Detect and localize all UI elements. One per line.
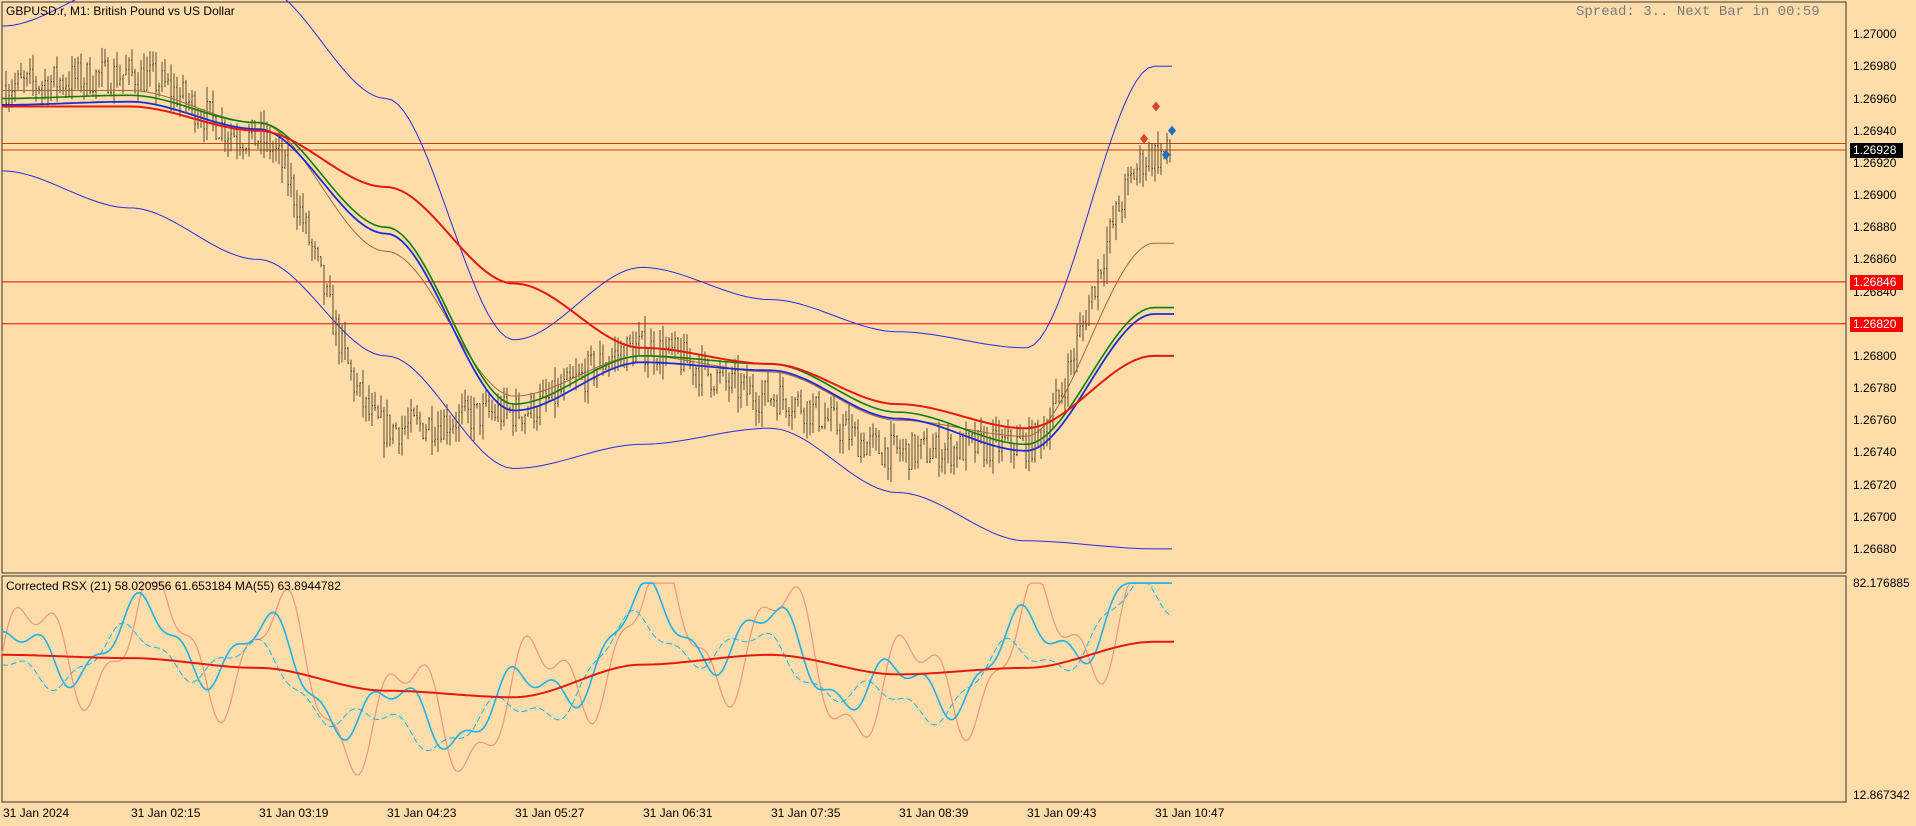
time-tick: 31 Jan 04:23: [387, 806, 457, 820]
price-bars: [5, 47, 1171, 483]
time-tick: 31 Jan 09:43: [1027, 806, 1097, 820]
price-tag: 1.26846: [1850, 274, 1903, 290]
price-tick: 1.26960: [1853, 91, 1897, 106]
price-tag: 1.26820: [1850, 316, 1903, 332]
horizontal-lines[interactable]: [2, 143, 1846, 325]
spread-status: Spread: 3.. Next Bar in 00:59: [1576, 4, 1820, 20]
indicator-axis-max: 82.176885: [1853, 576, 1910, 590]
price-tick: 1.26860: [1853, 252, 1897, 267]
price-tag: 1.26928: [1850, 143, 1903, 158]
bollinger-lower: [1, 170, 1172, 550]
time-tick: 31 Jan 05:27: [515, 806, 585, 820]
price-tick: 1.26780: [1853, 381, 1897, 395]
time-tick: 31 Jan 06:31: [643, 806, 713, 820]
signal-arrow: [1168, 125, 1176, 136]
time-tick: 31 Jan 07:35: [771, 806, 841, 820]
time-tick: 31 Jan 10:47: [1155, 806, 1225, 820]
indicator-frame: [1, 575, 1847, 803]
price-tick: 1.26760: [1853, 413, 1897, 428]
indicator-title: Corrected RSX (21) 58.020956 61.653184 M…: [6, 579, 341, 593]
signal-arrow: [1140, 133, 1148, 144]
price-tick: 1.26880: [1853, 220, 1897, 235]
rsx-slow-line: [1, 582, 1172, 776]
price-tick: 1.26740: [1853, 445, 1897, 460]
chart-canvas[interactable]: [0, 0, 1916, 826]
rsx-lines: [1, 582, 1174, 776]
signal-arrow: [1152, 101, 1160, 112]
time-tick: 31 Jan 2024: [3, 806, 70, 820]
chart-title: GBPUSD.r, M1: British Pound vs US Dollar: [6, 4, 235, 18]
main-chart-frame: [1, 1, 1847, 574]
rsx-signal-line: [1, 582, 1173, 752]
price-tick: 1.27000: [1853, 27, 1897, 42]
price-tick: 1.26700: [1853, 509, 1897, 524]
price-tick: 1.26720: [1853, 477, 1897, 492]
price-tick: 1.26940: [1853, 123, 1897, 138]
bollinger-upper: [1, 0, 1172, 349]
price-tick: 1.26900: [1853, 188, 1897, 202]
price-tick: 1.26800: [1853, 348, 1897, 363]
price-tick: 1.26980: [1853, 59, 1897, 74]
time-tick: 31 Jan 02:15: [131, 806, 201, 820]
indicator-axis-min: 12.867342: [1853, 788, 1910, 802]
time-tick: 31 Jan 08:39: [899, 806, 969, 820]
time-tick: 31 Jan 03:19: [259, 806, 329, 820]
price-tick: 1.26680: [1853, 541, 1897, 556]
rsx-fast-line: [2, 582, 1172, 751]
